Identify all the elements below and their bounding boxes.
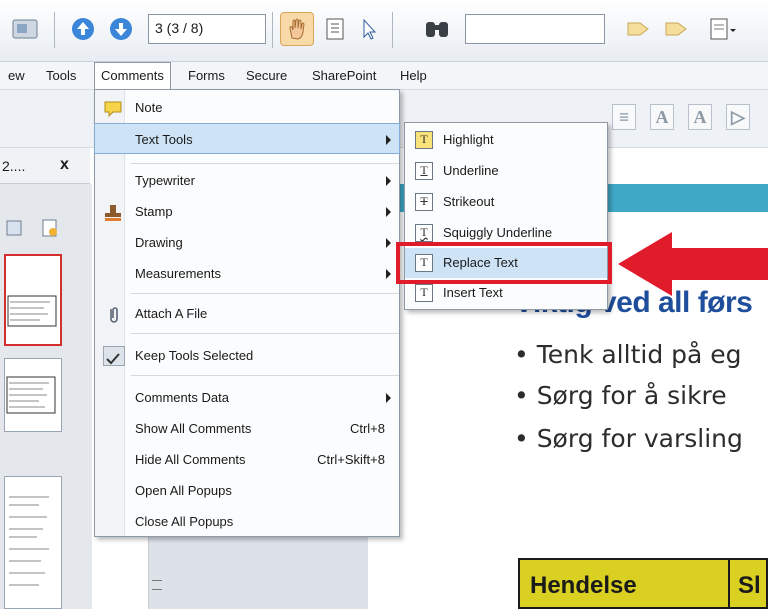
annotation-arrow-icon [612,228,768,300]
document-bullet: • Sørg for varsling [514,424,743,453]
stamp-icon [103,202,123,221]
document-tab[interactable]: 2.... x [0,148,90,184]
menu-item-show-all-comments[interactable]: Show All Comments Ctrl+8 [95,413,399,444]
note-icon [103,98,123,118]
format-text-icon[interactable]: ≡ [612,104,636,130]
document-options-icon[interactable] [706,12,740,46]
toolbar-separator [272,12,273,48]
toolbar-separator [54,12,55,48]
menu-separator [131,333,399,334]
menu-item-label: Keep Tools Selected [135,348,254,363]
document-bullet: • Tenk alltid på eg [514,340,742,369]
menu-item-label: Hide All Comments [135,452,246,467]
menu-item-text-tools[interactable]: Text Tools [94,123,400,154]
menu-item-stamp[interactable]: Stamp [95,196,399,227]
format-font-icon[interactable]: A [688,104,712,130]
menu-item-label: Typewriter [135,173,195,188]
menu-separator [131,163,399,164]
squiggly-underline-icon: T [415,224,433,242]
page-thumbnail[interactable] [4,476,62,609]
page-thumbnail-current[interactable] [4,254,62,346]
submenu-item-underline[interactable]: T Underline [405,156,607,186]
menu-item-comments-data[interactable]: Comments Data [95,382,399,413]
comments-menu: Note Text Tools Typewriter Stamp Drawing… [94,89,400,537]
panel-tool-icon[interactable] [4,218,24,238]
submenu-arrow-icon [386,269,391,279]
submenu-item-label: Strikeout [443,194,495,209]
menu-separator [131,375,399,376]
table-divider [728,560,730,607]
highlight-icon: T [415,131,433,149]
document-bullet: • Sørg for å sikre [514,381,727,410]
menu-tools[interactable]: Tools [40,62,82,90]
menu-item-label: Close All Popups [135,514,234,529]
previous-page-icon[interactable] [66,12,100,46]
menu-comments[interactable]: Comments [94,62,171,90]
bookmark-forward-icon[interactable] [660,12,694,46]
menu-item-typewriter[interactable]: Typewriter [95,165,399,196]
binoculars-icon[interactable] [420,12,454,46]
table-header-cell: Hendelse [530,572,637,599]
underline-icon: T [415,162,433,180]
menu-item-keep-tools-selected[interactable]: Keep Tools Selected [95,340,399,371]
menu-item-open-all-popups[interactable]: Open All Popups [95,475,399,506]
pointer-tool-icon[interactable] [352,12,386,46]
menu-item-shortcut: Ctrl+Skift+8 [317,452,385,467]
menu-item-label: Drawing [135,235,183,250]
submenu-item-label: Underline [443,163,499,178]
tab-label: 2.... [2,158,26,174]
submenu-arrow-icon [386,176,391,186]
panel-page-icon[interactable] [40,218,60,238]
menu-item-label: Show All Comments [135,421,252,436]
submenu-arrow-icon [386,207,391,217]
menu-item-note[interactable]: Note [95,92,399,123]
menu-item-label: Measurements [135,266,221,281]
submenu-item-highlight[interactable]: T Highlight [405,125,607,155]
menu-secure[interactable]: Secure [240,62,293,90]
submenu-item-strikeout[interactable]: T Strikeout [405,187,607,217]
menu-view[interactable]: ew [2,62,31,90]
menu-separator [131,293,399,294]
submenu-arrow-icon [386,238,391,248]
menu-item-close-all-popups[interactable]: Close All Popups [95,506,399,537]
page-thumbnail[interactable] [4,358,62,432]
menu-forms[interactable]: Forms [182,62,231,90]
search-input[interactable] [465,14,605,44]
hand-tool-icon[interactable] [280,12,314,46]
table-header-cell: Sl [738,572,761,599]
menu-item-label: Stamp [135,204,173,219]
bookmark-back-icon[interactable] [622,12,656,46]
insert-text-icon: T [415,284,433,302]
document-table-header: Hendelse Sl [518,558,768,609]
submenu-arrow-icon [386,135,391,145]
menu-item-measurements[interactable]: Measurements [95,258,399,289]
menu-item-label: Attach A File [135,306,208,321]
page-number-field[interactable]: 3 (3 / 8) [148,14,266,44]
next-page-icon[interactable] [104,12,138,46]
menu-item-label: Note [135,100,163,115]
paperclip-icon [103,304,123,323]
submenu-arrow-icon [386,393,391,403]
tab-close-icon[interactable]: x [60,156,69,174]
menu-item-attach-file[interactable]: Attach A File [95,298,399,329]
menu-item-label: Open All Popups [135,483,232,498]
menu-item-drawing[interactable]: Drawing [95,227,399,258]
format-spacing-icon[interactable]: A [650,104,674,130]
menu-item-hide-all-comments[interactable]: Hide All Comments Ctrl+Skift+8 [95,444,399,475]
format-indent-icon[interactable]: ▷ [726,104,750,130]
menu-help[interactable]: Help [394,62,433,90]
annotation-highlight-box [396,242,612,284]
menu-item-label: Text Tools [135,132,193,147]
select-text-icon[interactable] [318,12,352,46]
thumbnail-view-icon[interactable] [8,12,42,46]
submenu-item-label: Highlight [443,132,494,147]
menu-item-label: Comments Data [135,390,229,405]
menu-item-shortcut: Ctrl+8 [349,421,385,436]
menu-sharepoint[interactable]: SharePoint [306,62,382,90]
strikeout-icon: T [415,193,433,211]
checkmark-icon [103,346,125,366]
toolbar-separator [392,12,393,48]
